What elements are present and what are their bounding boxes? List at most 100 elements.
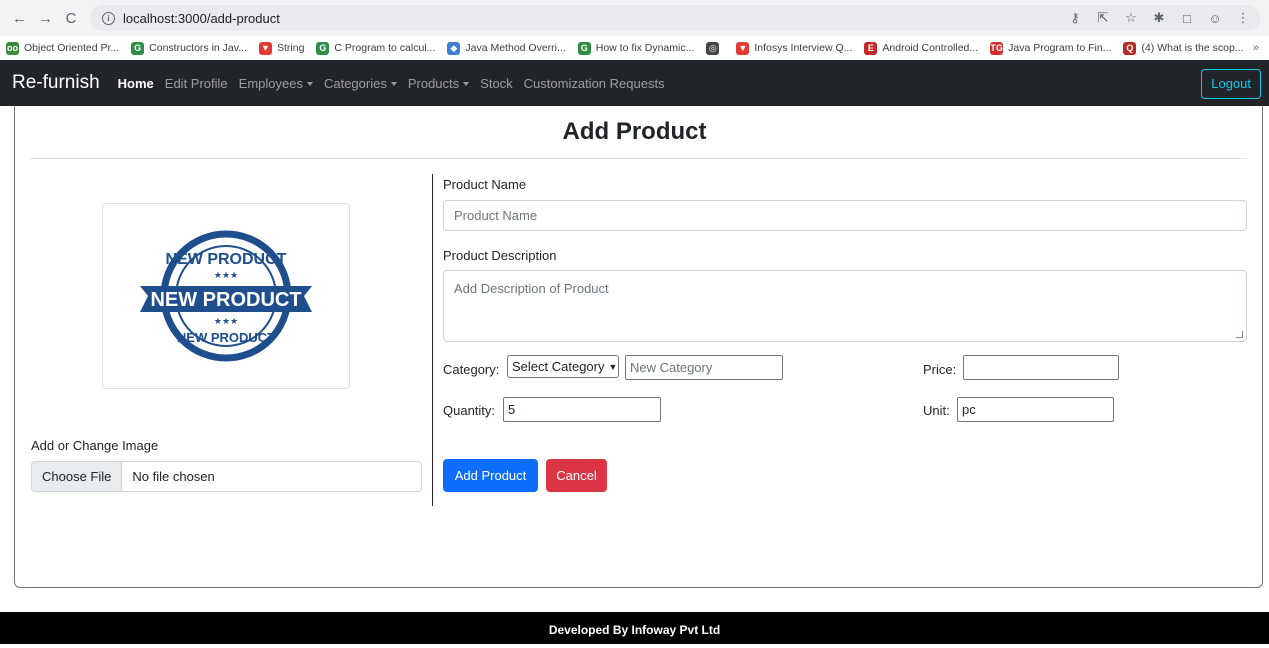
nav-employees-label: Employees bbox=[238, 75, 303, 91]
url-text: localhost:3000/add-product bbox=[123, 10, 280, 26]
profile-icon[interactable]: ☺ bbox=[1208, 11, 1222, 26]
bookmark-favicon-icon: ▼ bbox=[736, 41, 750, 55]
nav-employees[interactable]: Employees bbox=[239, 76, 313, 91]
bookmark-favicon-icon: oo bbox=[6, 41, 19, 55]
file-status: No file chosen bbox=[132, 469, 215, 484]
extensions-icon[interactable]: ✱ bbox=[1152, 10, 1166, 26]
bookmark-label: (4) What is the scop... bbox=[1141, 42, 1244, 54]
bookmark-item[interactable]: ◎ bbox=[706, 41, 724, 55]
image-file-input[interactable]: Choose File No file chosen bbox=[31, 461, 422, 492]
svg-text:★★★: ★★★ bbox=[214, 316, 238, 326]
bookmark-item[interactable]: G How to fix Dynamic... bbox=[577, 41, 695, 55]
bookmark-label: Constructors in Jav... bbox=[149, 42, 247, 54]
price-input[interactable] bbox=[963, 355, 1119, 380]
product-description-placeholder: Add Description of Product bbox=[454, 281, 609, 296]
key-icon[interactable]: ⚷ bbox=[1068, 10, 1082, 26]
bookmark-item[interactable]: G Constructors in Jav... bbox=[131, 41, 247, 55]
bookmark-favicon-icon: G bbox=[577, 41, 591, 55]
info-icon[interactable]: i bbox=[102, 11, 115, 25]
nav-categories[interactable]: Categories bbox=[324, 76, 397, 91]
product-image-preview: NEW PRODUCT ★★★ NEW PRODUCT ★★★ NEW PROD… bbox=[102, 203, 350, 389]
quantity-input[interactable]: 5 bbox=[503, 397, 661, 422]
back-arrow-icon[interactable]: ← bbox=[12, 10, 27, 27]
nav-home[interactable]: Home bbox=[118, 76, 154, 91]
bookmark-label: Java Method Overri... bbox=[465, 42, 566, 54]
bookmark-item[interactable]: ▼ String bbox=[258, 41, 305, 55]
caret-down-icon bbox=[463, 82, 470, 87]
bookmark-label: Android Controlled... bbox=[882, 42, 979, 54]
bookmark-label: Java Program to Fin... bbox=[1008, 42, 1112, 54]
footer: Developed By Infoway Pvt Ltd bbox=[0, 612, 1269, 644]
browser-toolbar: ← → C i localhost:3000/add-product ⚷ ⇱ ☆… bbox=[0, 0, 1269, 36]
image-label: Add or Change Image bbox=[31, 438, 159, 453]
bookmark-label: Infosys Interview Q... bbox=[754, 42, 853, 54]
nav-products[interactable]: Products bbox=[407, 75, 470, 91]
bookmark-item[interactable]: ◆ Java Method Overri... bbox=[447, 41, 566, 55]
caret-down-icon bbox=[390, 82, 397, 87]
quantity-label: Quantity: bbox=[443, 403, 496, 418]
nav-customization-requests[interactable]: Customization Requests bbox=[524, 76, 665, 91]
stamp-center-text: NEW PRODUCT bbox=[150, 289, 301, 311]
bookmark-label: C Program to calcul... bbox=[334, 42, 436, 54]
bookmark-favicon-icon: G bbox=[131, 41, 145, 55]
unit-input[interactable]: pc bbox=[957, 397, 1114, 422]
brand[interactable]: Re-furnish bbox=[12, 72, 100, 94]
price-label: Price: bbox=[923, 362, 957, 377]
bookmark-label: String bbox=[276, 42, 305, 54]
reload-icon[interactable]: C bbox=[64, 10, 78, 27]
address-bar[interactable]: i localhost:3000/add-product ⚷ ⇱ ☆ ✱ □ ☺… bbox=[90, 5, 1260, 31]
share-icon[interactable]: ⇱ bbox=[1096, 10, 1110, 26]
bookmark-favicon-icon: TG bbox=[990, 41, 1004, 55]
svg-text:★★★: ★★★ bbox=[214, 270, 238, 280]
star-icon[interactable]: ☆ bbox=[1124, 10, 1138, 26]
product-description-textarea[interactable]: Add Description of Product bbox=[443, 270, 1247, 342]
navbar: Re-furnish Home Edit Profile Employees C… bbox=[0, 60, 1269, 106]
choose-file-button[interactable]: Choose File bbox=[32, 462, 123, 491]
bookmark-item[interactable]: Q (4) What is the scop... bbox=[1123, 41, 1244, 55]
new-category-placeholder: New Category bbox=[630, 360, 713, 375]
page-title: Add Product bbox=[562, 118, 707, 145]
unit-label: Unit: bbox=[923, 403, 950, 418]
category-select-value: Select Category bbox=[512, 359, 605, 374]
nav-products-label: Products bbox=[407, 75, 460, 91]
chevron-down-icon: ▼ bbox=[608, 361, 618, 372]
category-label: Category: bbox=[443, 362, 500, 377]
bookmarks-more-icon[interactable]: » bbox=[1253, 42, 1259, 54]
new-category-input[interactable]: New Category bbox=[625, 355, 783, 380]
bookmark-item[interactable]: E Android Controlled... bbox=[864, 41, 979, 55]
forward-arrow-icon[interactable]: → bbox=[38, 10, 53, 27]
bookmark-label: How to fix Dynamic... bbox=[595, 42, 695, 54]
bookmark-favicon-icon: ◎ bbox=[706, 41, 720, 55]
bookmarks-bar: oo Object Oriented Pr... G Constructors in … bbox=[0, 36, 1269, 61]
bookmark-favicon-icon: G bbox=[316, 41, 330, 55]
add-product-button[interactable]: Add Product bbox=[443, 459, 538, 492]
quantity-value: 5 bbox=[508, 402, 516, 417]
bookmark-favicon-icon: E bbox=[864, 41, 878, 55]
bookmark-favicon-icon: Q bbox=[1123, 41, 1137, 55]
nav-categories-label: Categories bbox=[323, 75, 387, 91]
bookmark-favicon-icon: ◆ bbox=[447, 41, 461, 55]
stamp-top-text: NEW PRODUCT bbox=[166, 251, 287, 268]
nav-edit-profile[interactable]: Edit Profile bbox=[165, 76, 228, 91]
bookmark-favicon-icon: ▼ bbox=[258, 41, 272, 55]
nav-stock[interactable]: Stock bbox=[480, 76, 513, 91]
menu-icon[interactable]: ⋮ bbox=[1236, 10, 1250, 26]
category-select[interactable]: Select Category ▼ bbox=[507, 355, 619, 378]
product-name-label: Product Name bbox=[443, 177, 527, 192]
vertical-divider bbox=[432, 174, 433, 506]
new-product-stamp-icon: NEW PRODUCT ★★★ NEW PRODUCT ★★★ NEW PROD… bbox=[140, 230, 312, 362]
bookmark-item[interactable]: oo Object Oriented Pr... bbox=[6, 41, 120, 55]
sidebar-icon[interactable]: □ bbox=[1180, 11, 1194, 26]
bookmark-item[interactable]: TG Java Program to Fin... bbox=[990, 41, 1112, 55]
logout-button[interactable]: Logout bbox=[1201, 69, 1261, 99]
unit-value: pc bbox=[962, 402, 976, 417]
bookmark-item[interactable]: G C Program to calcul... bbox=[316, 41, 436, 55]
resize-grip-icon[interactable] bbox=[1236, 331, 1243, 338]
bookmark-label: Object Oriented Pr... bbox=[24, 42, 120, 54]
cancel-button[interactable]: Cancel bbox=[546, 459, 607, 492]
stamp-bottom-text: NEW PRODUCT bbox=[177, 330, 275, 345]
title-divider bbox=[30, 158, 1247, 159]
product-name-input[interactable]: Product Name bbox=[443, 200, 1247, 231]
bookmark-item[interactable]: ▼ Infosys Interview Q... bbox=[736, 41, 853, 55]
product-description-label: Product Description bbox=[443, 248, 557, 263]
